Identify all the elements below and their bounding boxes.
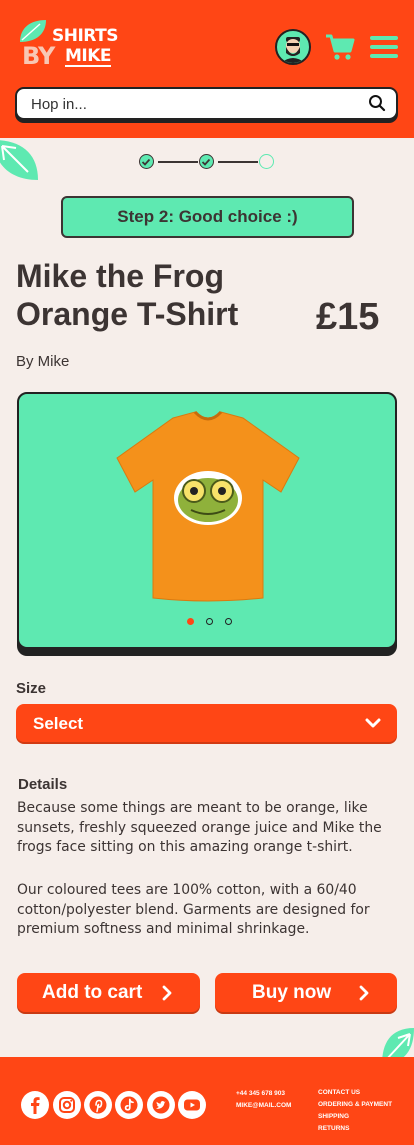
pinterest-icon (89, 1096, 107, 1114)
buy-now-label: Buy now (252, 982, 332, 1003)
size-select[interactable]: Select (16, 704, 397, 742)
details-paragraph-1: Because some things are meant to be oran… (17, 800, 382, 855)
footer-link-contact[interactable]: CONTACT US (318, 1089, 360, 1096)
footer-link-ordering[interactable]: ORDERING & PAYMENT (318, 1101, 392, 1108)
details-heading: Details (18, 776, 68, 793)
search-input[interactable] (31, 94, 351, 114)
decorative-leaf-icon (0, 140, 38, 180)
site-footer: +44 345 678 903 MIKE@MAIL.COM CONTACT US… (0, 1057, 414, 1145)
carousel-dot-2[interactable] (206, 618, 213, 625)
youtube-icon (184, 1099, 200, 1111)
search-icon[interactable] (368, 94, 386, 112)
bearded-man-icon (281, 37, 305, 63)
progress-stepper (139, 152, 279, 172)
step-2-complete-icon (199, 154, 214, 169)
details-paragraph-2: Our coloured tees are 100% cotton, with … (17, 882, 370, 937)
step-banner: Step 2: Good choice :) (61, 196, 354, 238)
instagram-icon (59, 1097, 75, 1113)
product-price: £15 (316, 296, 380, 338)
cart-icon[interactable] (325, 33, 355, 61)
step-connector (218, 161, 258, 163)
carousel-dot-3[interactable] (225, 618, 232, 625)
footer-link-shipping[interactable]: SHIPPING (318, 1113, 349, 1120)
chevron-right-icon (359, 985, 369, 1001)
footer-link-returns[interactable]: RETURNS (318, 1125, 349, 1132)
search-bar (15, 87, 398, 120)
footer-email[interactable]: MIKE@MAIL.COM (236, 1102, 291, 1109)
avatar[interactable] (275, 29, 311, 65)
carousel-dot-1[interactable] (187, 618, 194, 625)
size-select-value: Select (33, 714, 84, 733)
add-to-cart-button[interactable]: Add to cart (17, 973, 200, 1012)
facebook-link[interactable] (21, 1091, 49, 1119)
orange-tshirt-frog-image (116, 410, 300, 602)
product-image-carousel[interactable] (17, 392, 397, 649)
chevron-right-icon (162, 985, 172, 1001)
facebook-icon (31, 1097, 40, 1114)
size-label: Size (16, 680, 47, 697)
hamburger-menu-icon[interactable] (370, 36, 398, 58)
step-connector (158, 161, 198, 163)
shirts-by-mike-logo[interactable]: SHIRTS BY MIKE (18, 18, 122, 70)
chevron-down-icon (365, 718, 381, 728)
twitter-icon (152, 1096, 170, 1114)
tiktok-link[interactable] (115, 1091, 143, 1119)
logo-word-shirts: SHIRTS (52, 26, 118, 46)
footer-phone[interactable]: +44 345 678 903 (236, 1090, 285, 1097)
product-title: Mike the Frog Orange T-Shirt (16, 258, 239, 332)
product-byline: By Mike (16, 353, 70, 370)
site-header: SHIRTS BY MIKE (0, 0, 414, 138)
step-3-pending-icon (259, 154, 274, 169)
pinterest-link[interactable] (84, 1091, 112, 1119)
leaf-icon (20, 20, 46, 42)
youtube-link[interactable] (178, 1091, 206, 1119)
instagram-link[interactable] (53, 1091, 81, 1119)
logo-word-by: BY (22, 42, 55, 70)
carousel-pagination (184, 618, 234, 626)
tiktok-icon (120, 1096, 138, 1114)
buy-now-button[interactable]: Buy now (215, 973, 397, 1012)
twitter-link[interactable] (147, 1091, 175, 1119)
logo-word-mike: MIKE (65, 46, 112, 67)
add-to-cart-label: Add to cart (42, 982, 143, 1003)
step-1-complete-icon (139, 154, 154, 169)
